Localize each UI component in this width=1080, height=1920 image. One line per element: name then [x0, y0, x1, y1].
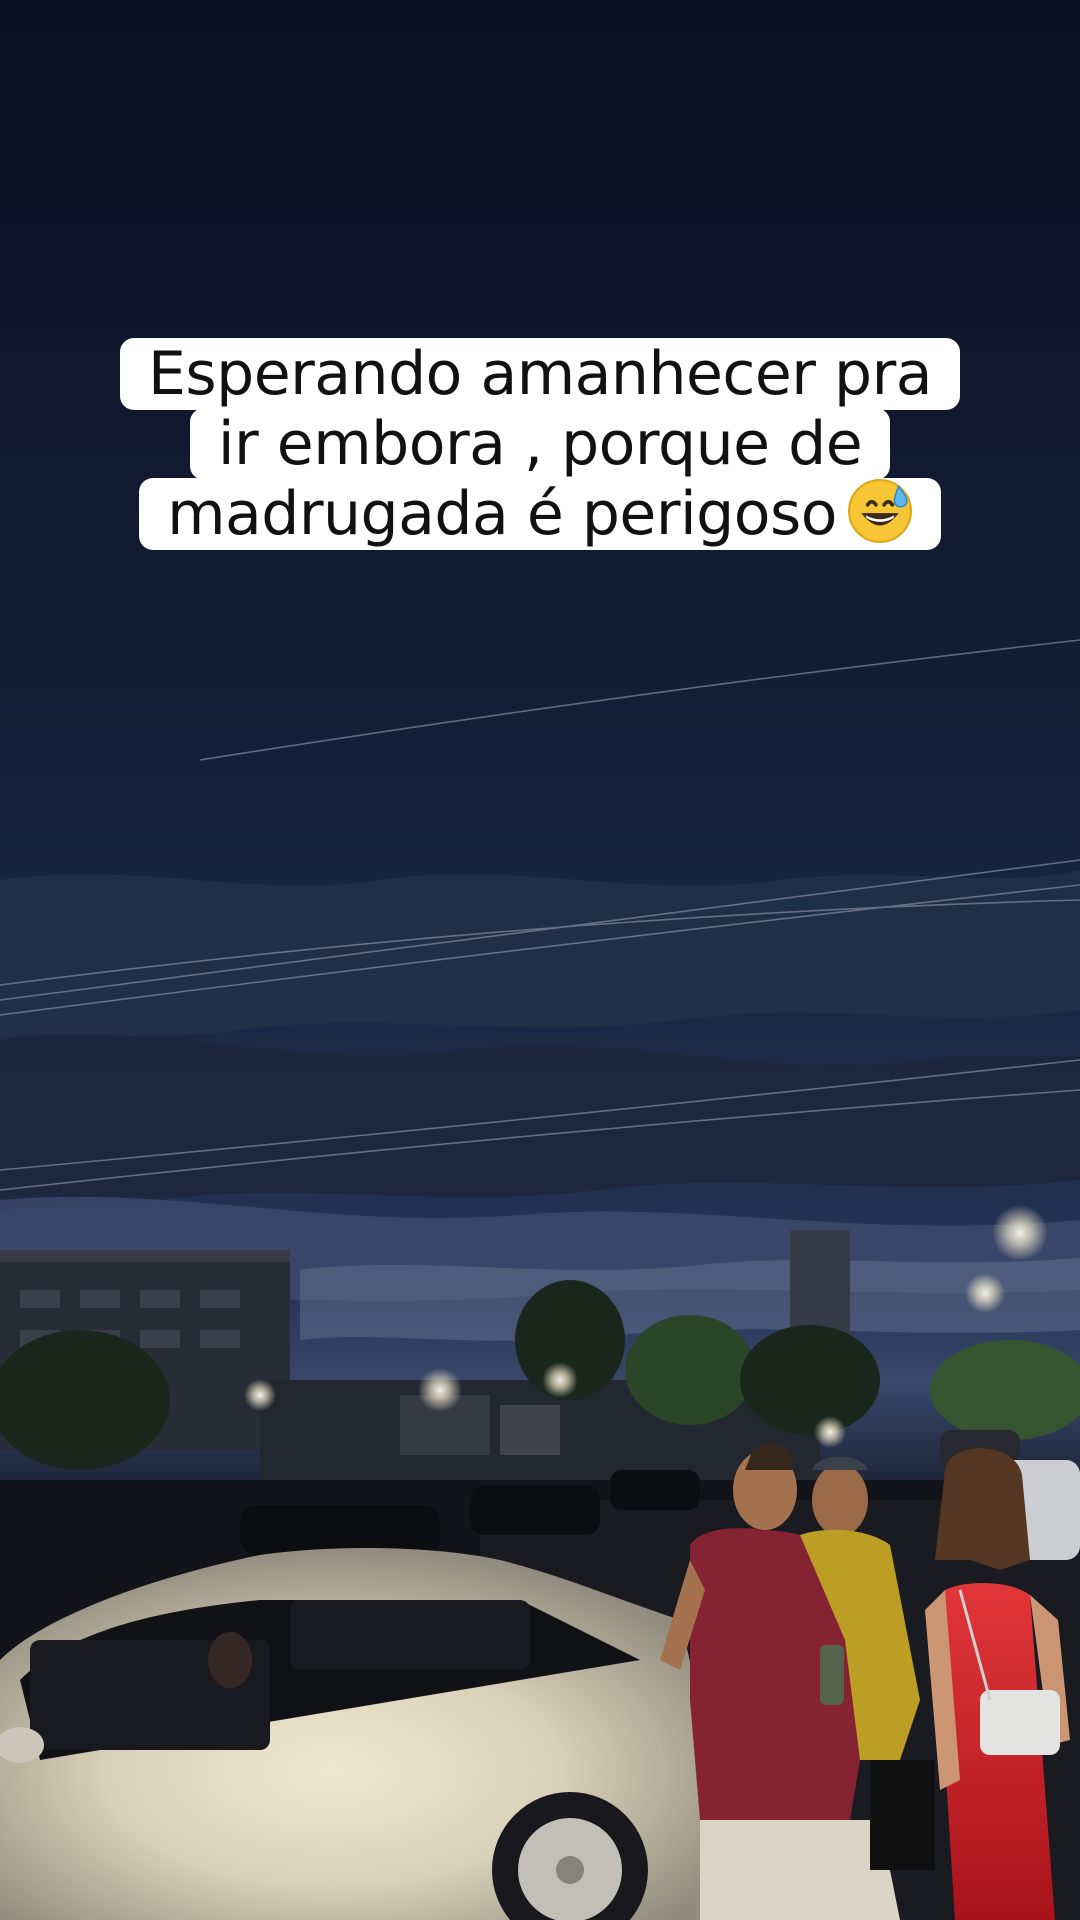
- caption-line-2: ir embora , porque de: [189, 408, 891, 480]
- caption-overlay: Esperando amanhecer pra ir embora , porq…: [0, 338, 1080, 550]
- grinning-face-with-sweat-icon: [847, 479, 912, 543]
- caption-line-1: Esperando amanhecer pra: [119, 338, 961, 410]
- night-street-photo: [0, 0, 1080, 1920]
- caption-line-3: madrugada é perigoso: [139, 478, 941, 550]
- caption-line-3-text: madrugada é perigoso: [167, 479, 837, 549]
- video-frame: Esperando amanhecer pra ir embora , porq…: [0, 0, 1080, 1920]
